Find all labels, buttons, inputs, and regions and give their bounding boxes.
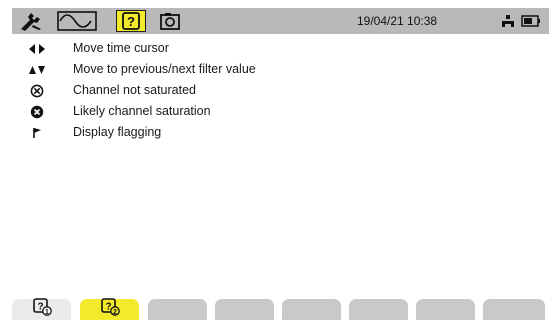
help-page-2-icon: ? 2: [99, 298, 121, 321]
help-item-label: Display flagging: [73, 125, 162, 139]
channel-saturation-icon: [28, 103, 46, 120]
network-icon: [500, 10, 516, 32]
waveform-icon[interactable]: [56, 10, 98, 32]
help-legend-list: Move time cursor Move to previous/next f…: [12, 38, 532, 143]
help-page-1-icon: ? 1: [31, 298, 53, 321]
svg-text:1: 1: [45, 309, 49, 316]
tab-empty-4: [215, 299, 274, 320]
camera-icon[interactable]: [156, 10, 184, 32]
list-item: Channel not saturated: [12, 80, 532, 101]
flag-icon: [28, 124, 46, 141]
help-item-label: Likely channel saturation: [73, 104, 211, 118]
help-item-label: Move to previous/next filter value: [73, 62, 256, 76]
top-status-bar: ? 19/04/21 10:38: [12, 8, 549, 34]
battery-icon: [520, 10, 542, 32]
list-item: Move to previous/next filter value: [12, 59, 532, 80]
svg-text:2: 2: [113, 309, 117, 316]
list-item: Display flagging: [12, 122, 532, 143]
svg-text:?: ?: [127, 14, 135, 29]
tab-empty-7: [416, 299, 475, 320]
channel-not-saturated-icon: [28, 82, 46, 99]
help-item-label: Move time cursor: [73, 41, 169, 55]
tab-empty-6: [349, 299, 408, 320]
left-right-arrows-icon: [28, 40, 46, 57]
wrench-icon[interactable]: [15, 10, 47, 32]
help-icon[interactable]: ?: [116, 10, 146, 32]
tab-empty-8: [483, 299, 545, 320]
up-down-arrows-icon: [28, 61, 46, 78]
list-item: Likely channel saturation: [12, 101, 532, 122]
tab-help-page-1[interactable]: ? 1: [12, 298, 71, 321]
tab-empty-5: [282, 299, 341, 320]
list-item: Move time cursor: [12, 38, 532, 59]
datetime-display: 19/04/21 10:38: [357, 14, 438, 28]
help-item-label: Channel not saturated: [73, 83, 197, 97]
instrument-screen: ? 19/04/21 10:38 Move time cursor Move t…: [12, 8, 549, 320]
tab-help-page-2[interactable]: ? 2: [80, 298, 139, 321]
tab-empty-3: [148, 299, 207, 320]
bottom-tab-bar: ? 1 ? 2: [12, 295, 549, 320]
